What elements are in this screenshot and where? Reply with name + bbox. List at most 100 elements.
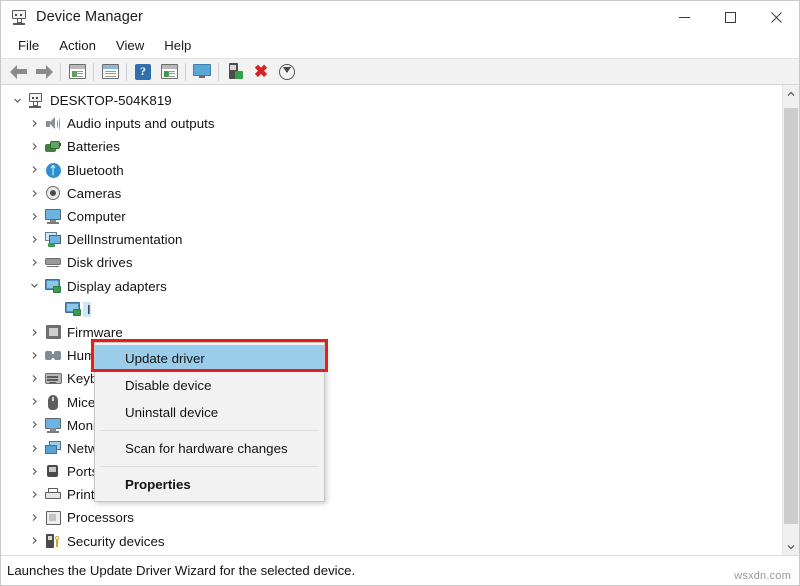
chevron-right-icon[interactable] xyxy=(26,467,43,477)
scrollbar-thumb[interactable] xyxy=(784,108,798,524)
toolbar-separator xyxy=(185,63,186,81)
security-device-icon xyxy=(43,534,63,549)
tree-item-batteries[interactable]: Batteries xyxy=(1,135,782,158)
content-area: DESKTOP-504K819 Audio inputs and outputs… xyxy=(1,85,799,555)
battery-icon xyxy=(43,140,63,154)
tree-item-label: Display adapters xyxy=(63,279,167,294)
tree-item-security-devices[interactable]: Security devices xyxy=(1,530,782,553)
forward-arrow-icon[interactable] xyxy=(31,60,57,83)
printer-icon xyxy=(43,488,63,501)
dell-instrumentation-icon xyxy=(43,232,63,247)
tree-root-label: DESKTOP-504K819 xyxy=(46,93,172,108)
device-manager-window: Device Manager File Action View Help xyxy=(0,0,800,586)
tree-item-dellinstrumentation[interactable]: DellInstrumentation xyxy=(1,228,782,251)
chevron-right-icon[interactable] xyxy=(26,444,43,454)
chevron-right-icon[interactable] xyxy=(26,420,43,430)
tree-item-label: Processors xyxy=(63,510,134,525)
chevron-right-icon[interactable] xyxy=(26,351,43,361)
close-icon[interactable] xyxy=(753,1,799,33)
context-menu-item-disable-device[interactable]: Disable device xyxy=(95,372,324,399)
menu-view[interactable]: View xyxy=(106,36,154,55)
context-menu-separator xyxy=(100,430,319,431)
hid-icon xyxy=(43,350,63,362)
menu-file[interactable]: File xyxy=(8,36,49,55)
scroll-down-icon[interactable] xyxy=(783,538,799,555)
menu-action[interactable]: Action xyxy=(49,36,106,55)
tree-item-disk-drives[interactable]: Disk drives xyxy=(1,251,782,274)
tree-item-label: Firmware xyxy=(63,325,123,340)
scroll-up-icon[interactable] xyxy=(783,85,799,102)
enable-device-icon[interactable] xyxy=(222,60,248,83)
device-tree[interactable]: DESKTOP-504K819 Audio inputs and outputs… xyxy=(1,85,782,555)
context-menu-item-update-driver[interactable]: Update driver xyxy=(95,345,324,372)
scrollbar-track[interactable] xyxy=(783,102,799,538)
context-menu[interactable]: Update driver Disable device Uninstall d… xyxy=(94,342,325,502)
bluetooth-icon: ᛏ xyxy=(43,163,63,178)
minimize-icon[interactable] xyxy=(661,1,707,33)
chevron-right-icon[interactable] xyxy=(26,374,43,384)
context-menu-item-properties[interactable]: Properties xyxy=(95,471,324,498)
tree-root-row[interactable]: DESKTOP-504K819 xyxy=(1,89,782,112)
chevron-right-icon[interactable] xyxy=(26,397,43,407)
chevron-right-icon[interactable] xyxy=(26,536,43,546)
monitor-icon xyxy=(43,418,63,433)
tree-item-label: Computer xyxy=(63,209,126,224)
tree-item-label: DellInstrumentation xyxy=(63,232,183,247)
chevron-right-icon[interactable] xyxy=(26,189,43,199)
tree-item-audio[interactable]: Audio inputs and outputs xyxy=(1,112,782,135)
tree-item-bluetooth[interactable]: ᛏ Bluetooth xyxy=(1,159,782,182)
tree-item-label: Batteries xyxy=(63,139,120,154)
tree-item-processors[interactable]: Processors xyxy=(1,506,782,529)
download-icon[interactable] xyxy=(274,60,300,83)
tree-item-firmware[interactable]: Firmware xyxy=(1,321,782,344)
context-menu-item-scan-for-hardware-changes[interactable]: Scan for hardware changes xyxy=(95,435,324,462)
chevron-right-icon[interactable] xyxy=(26,513,43,523)
chevron-right-icon[interactable] xyxy=(26,258,43,268)
help-icon[interactable]: ? xyxy=(130,60,156,83)
scan-for-hardware-changes-icon[interactable] xyxy=(156,60,182,83)
maximize-icon[interactable] xyxy=(707,1,753,33)
chevron-down-icon[interactable] xyxy=(9,96,26,106)
toolbar-separator xyxy=(93,63,94,81)
tree-item-label: Security devices xyxy=(63,534,165,549)
display-adapter-icon xyxy=(63,302,83,317)
chevron-right-icon[interactable] xyxy=(26,142,43,152)
uninstall-device-icon[interactable]: ✖ xyxy=(248,60,274,83)
chevron-right-icon[interactable] xyxy=(26,328,43,338)
computer-root-icon xyxy=(26,93,46,108)
properties-icon[interactable] xyxy=(97,60,123,83)
window-title: Device Manager xyxy=(36,9,143,25)
chevron-right-icon[interactable] xyxy=(26,490,43,500)
back-arrow-icon[interactable] xyxy=(5,60,31,83)
vertical-scrollbar[interactable] xyxy=(782,85,799,555)
speaker-icon xyxy=(43,117,63,131)
chevron-right-icon[interactable] xyxy=(26,235,43,245)
show-hide-console-tree-icon[interactable] xyxy=(64,60,90,83)
window-controls xyxy=(661,1,799,33)
tree-item-cameras[interactable]: Cameras xyxy=(1,182,782,205)
status-bar-text: Launches the Update Driver Wizard for th… xyxy=(7,563,355,578)
keyboard-icon xyxy=(43,373,63,384)
toolbar: ? ✖ xyxy=(1,58,799,85)
camera-icon xyxy=(43,186,63,201)
tree-item-display-adapters[interactable]: Display adapters xyxy=(1,275,782,298)
chevron-right-icon[interactable] xyxy=(26,212,43,222)
chevron-right-icon[interactable] xyxy=(26,165,43,175)
network-adapter-icon xyxy=(43,441,63,456)
tree-item-label: I xyxy=(83,302,91,317)
title-bar: Device Manager xyxy=(1,1,799,33)
chevron-down-icon[interactable] xyxy=(26,281,43,291)
menu-help[interactable]: Help xyxy=(154,36,201,55)
disk-drive-icon xyxy=(43,257,63,268)
chevron-right-icon[interactable] xyxy=(26,119,43,129)
display-adapter-icon xyxy=(43,279,63,294)
device-manager-icon xyxy=(10,8,28,26)
tree-item-label: Cameras xyxy=(63,186,121,201)
context-menu-item-uninstall-device[interactable]: Uninstall device xyxy=(95,399,324,426)
menu-bar: File Action View Help xyxy=(1,33,799,58)
update-driver-icon[interactable] xyxy=(189,60,215,83)
tree-item-computer[interactable]: Computer xyxy=(1,205,782,228)
toolbar-separator xyxy=(218,63,219,81)
context-menu-separator xyxy=(100,466,319,467)
tree-item-display-adapter-device[interactable]: I xyxy=(1,298,782,321)
